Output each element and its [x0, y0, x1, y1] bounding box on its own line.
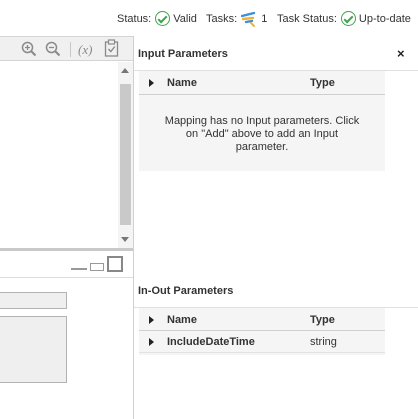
- tasks-indicator[interactable]: Tasks: 1: [206, 11, 267, 27]
- close-icon[interactable]: ×: [397, 47, 405, 60]
- task-status-value: Up-to-date: [358, 12, 411, 25]
- minimize-icon[interactable]: [71, 268, 87, 270]
- validation-status: Status: Valid: [117, 11, 197, 26]
- table-row[interactable]: IncludeDateTime string: [139, 331, 385, 353]
- tasks-icon: [241, 11, 256, 27]
- expand-caret-icon[interactable]: [149, 338, 154, 346]
- column-header-type[interactable]: Type: [310, 314, 335, 326]
- maximize-icon[interactable]: [107, 256, 123, 272]
- clipboard-check-icon[interactable]: [104, 39, 119, 57]
- expand-caret-icon[interactable]: [149, 316, 154, 324]
- lower-panel-header: [0, 251, 133, 278]
- parameter-name: IncludeDateTime: [167, 336, 255, 348]
- parameter-type: string: [310, 336, 337, 348]
- column-header-name[interactable]: Name: [167, 314, 197, 326]
- scrollbar-thumb[interactable]: [120, 84, 131, 225]
- tasks-label: Tasks:: [206, 13, 238, 25]
- parameters-panel: Input Parameters × Name Type Mapping has…: [133, 36, 418, 419]
- vertical-scrollbar[interactable]: [118, 62, 133, 248]
- task-status-label: Task Status:: [277, 12, 337, 25]
- grid-header: Name Type: [139, 71, 385, 95]
- column-header-name[interactable]: Name: [167, 77, 197, 89]
- task-status: Task Status: Up-to-date: [277, 11, 411, 26]
- toolbar-separator: [70, 42, 71, 57]
- expression-icon[interactable]: (x): [78, 41, 92, 59]
- status-value: Valid: [173, 12, 197, 25]
- empty-state-message: Mapping has no Input parameters. Click o…: [164, 115, 360, 153]
- check-circle-icon: [155, 11, 171, 26]
- tasks-count: 1: [261, 13, 268, 25]
- status-label: Status:: [117, 12, 152, 25]
- properties-field[interactable]: [0, 292, 67, 309]
- column-header-type[interactable]: Type: [310, 77, 335, 89]
- restore-icon[interactable]: [90, 263, 104, 271]
- zoom-out-icon[interactable]: [45, 41, 61, 57]
- inout-parameters-title: In-Out Parameters: [138, 285, 234, 297]
- mapping-canvas[interactable]: [0, 62, 118, 248]
- scroll-up-arrow-icon[interactable]: [121, 68, 129, 73]
- inout-parameters-grid: Name Type IncludeDateTime string: [139, 308, 385, 355]
- properties-textarea[interactable]: [0, 316, 67, 383]
- check-circle-icon: [340, 11, 356, 26]
- zoom-in-icon[interactable]: [21, 41, 37, 57]
- grid-header: Name Type: [139, 308, 385, 331]
- editor-toolbar: (x): [0, 36, 133, 61]
- input-parameters-title: Input Parameters: [138, 48, 228, 60]
- input-parameters-grid: Name Type Mapping has no Input parameter…: [139, 71, 385, 171]
- expand-caret-icon[interactable]: [149, 79, 154, 87]
- scroll-down-arrow-icon[interactable]: [121, 237, 129, 242]
- status-bar: Status: Valid Tasks: 1 Task Status: Up-t…: [0, 0, 418, 36]
